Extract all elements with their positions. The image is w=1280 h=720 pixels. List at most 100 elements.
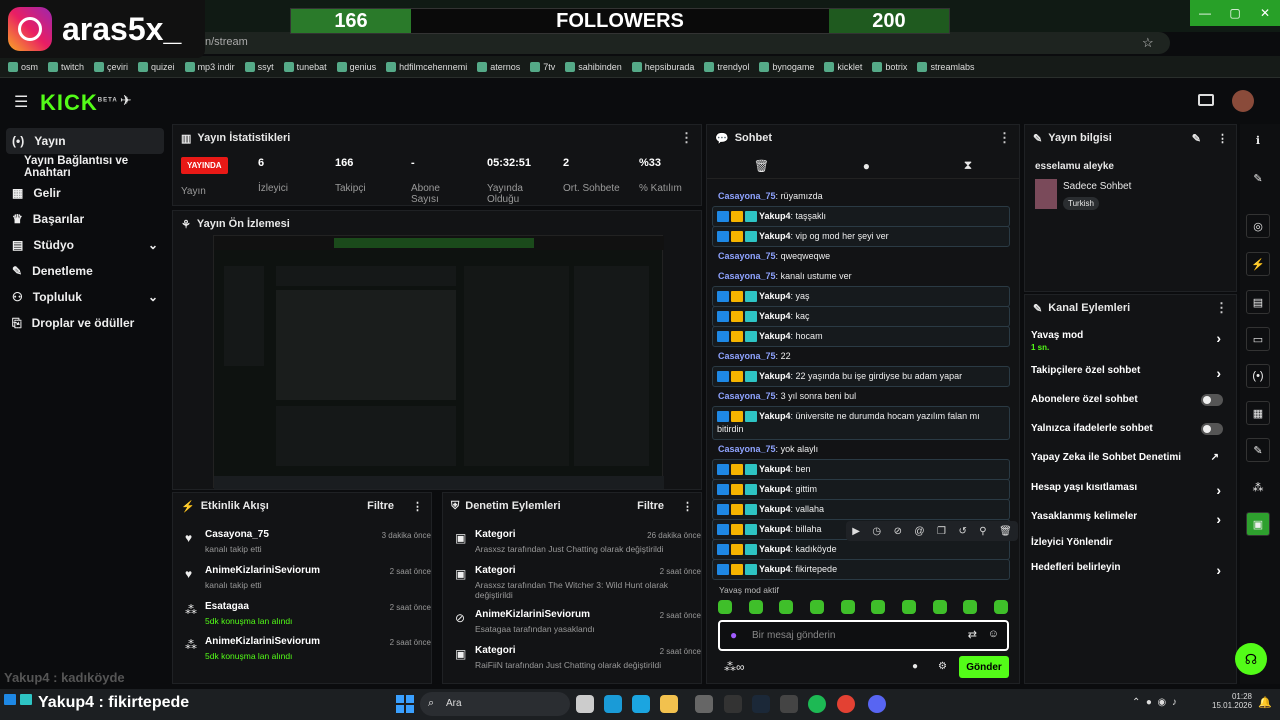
lightning-icon[interactable]: ⚡ (1246, 252, 1270, 276)
chat-username[interactable]: Yakup4 (759, 371, 791, 381)
emote-icon[interactable] (993, 600, 1008, 614)
bookmark-item[interactable]: tunebat (283, 61, 327, 72)
item-name[interactable]: Esatagaa (205, 601, 249, 612)
chat-message[interactable]: Yakup4: üniversite ne durumda hocam yazı… (712, 406, 1010, 440)
chat-message[interactable]: Casayona_75: yok alaylı (718, 443, 1016, 456)
chat-message[interactable]: Casayona_75: 22 (718, 350, 1016, 363)
chat-username[interactable]: Yakup4 (759, 464, 791, 474)
channel-action-item[interactable]: Hesap yaşı kısıtlaması › (1031, 482, 1227, 498)
emote-icon[interactable] (840, 600, 855, 614)
chat-username[interactable]: Yakup4 (759, 524, 791, 534)
chat-username[interactable]: Yakup4 (759, 311, 791, 321)
info-icon[interactable]: ℹ (1246, 128, 1270, 152)
bookmark-item[interactable]: twitch (48, 61, 84, 72)
bookmark-item[interactable]: 7tv (530, 61, 555, 72)
channel-action-item[interactable]: Yapay Zeka ile Sohbet Denetimi ↗ (1031, 452, 1227, 463)
chat-message[interactable]: Yakup4: vallaha (712, 499, 1010, 520)
more-icon[interactable]: ⋮ (680, 130, 693, 146)
support-icon[interactable]: ☊ (1235, 643, 1267, 675)
tool-icon[interactable]: ✎ (1246, 438, 1270, 462)
taskbar-search[interactable]: ⌕ Ara (420, 692, 570, 716)
emote-icon[interactable] (963, 600, 978, 614)
chat-message[interactable]: Casayona_75: 3 yıl sonra beni bul (718, 390, 1016, 403)
emote-icon[interactable] (748, 600, 763, 614)
bookmark-item[interactable]: hepsiburada (631, 61, 694, 72)
bookmark-item[interactable]: osm (8, 61, 38, 72)
send-button[interactable]: Gönder (959, 656, 1009, 678)
more-icon[interactable]: ⋮ (998, 130, 1011, 146)
star-icon[interactable]: ☆ (1142, 35, 1154, 51)
emote-icon[interactable] (901, 600, 916, 614)
at-icon[interactable]: @ (914, 526, 924, 537)
kicklet-icon[interactable]: ⁂ (1246, 475, 1270, 499)
chrome-icon[interactable] (837, 695, 855, 713)
chat-username[interactable]: Yakup4 (759, 211, 791, 221)
chat-message[interactable]: Yakup4: ben (712, 459, 1010, 480)
more-icon[interactable]: ⋮ (1217, 132, 1228, 145)
filter-button[interactable]: Filtre (367, 500, 394, 512)
bookmark-item[interactable]: bynogame (759, 61, 814, 72)
sidebar-item-denetleme[interactable]: ✎ Denetleme (0, 258, 170, 284)
sidebar-item-studyo[interactable]: ▤ Stüdyo ⌄ (0, 232, 170, 258)
chat-username[interactable]: Yakup4 (759, 331, 791, 341)
sidebar-item-yayin[interactable]: (•) Yayın (6, 128, 164, 154)
delete-icon[interactable]: 🗑 (999, 526, 1012, 537)
chat-username[interactable]: Yakup4 (759, 411, 791, 421)
steam-icon[interactable] (752, 695, 770, 713)
notification-icon[interactable]: 🔔 (1258, 696, 1272, 709)
more-icon[interactable]: ⋮ (412, 500, 423, 513)
channel-action-item[interactable]: Yavaş mod 1 sn. › (1031, 330, 1227, 352)
stack-icon[interactable]: ▦ (1246, 401, 1270, 425)
toggle-switch[interactable] (1201, 394, 1223, 406)
bookmark-item[interactable]: botrix (872, 61, 907, 72)
explorer-icon[interactable] (660, 695, 678, 713)
menu-icon[interactable]: ☰ (14, 92, 28, 112)
chat-username[interactable]: Yakup4 (759, 504, 791, 514)
message-icon[interactable]: ● (863, 159, 870, 173)
infinity-icon[interactable]: ⁂∞ (724, 660, 745, 674)
pin-message-icon[interactable]: ⚲ (979, 526, 986, 537)
target-icon[interactable]: ◎ (1246, 214, 1270, 238)
settings-icon[interactable]: ⚙ (938, 661, 947, 672)
emote-icon[interactable] (871, 600, 886, 614)
translate-icon[interactable]: ⇄ (968, 628, 977, 641)
widgets-icon[interactable] (604, 695, 622, 713)
bookmark-item[interactable]: genius (336, 61, 376, 72)
stream-preview-video[interactable] (213, 235, 664, 489)
chat-message[interactable]: Yakup4: kaç (712, 306, 1010, 327)
bookmark-item[interactable]: trendyol (704, 61, 749, 72)
clock[interactable]: 01:28 15.01.2026 (1212, 692, 1252, 710)
bookmark-item[interactable]: streamlabs (917, 61, 974, 72)
bookmark-item[interactable]: aternos (477, 61, 520, 72)
item-name[interactable]: Casayona_75 (205, 529, 269, 540)
chat-message[interactable]: Yakup4: yaş (712, 286, 1010, 307)
close-button[interactable]: ✕ (1250, 0, 1280, 26)
mic-icon[interactable]: ● (730, 628, 737, 642)
broadcast-icon[interactable]: (•) (1246, 364, 1270, 388)
bookmark-item[interactable]: çeviri (94, 61, 128, 72)
obs-icon[interactable] (780, 695, 798, 713)
chat-message[interactable]: Yakup4: gittim (712, 479, 1010, 500)
category-name[interactable]: Sadece Sohbet (1063, 181, 1131, 192)
windows-start-icon[interactable] (396, 695, 414, 713)
tray-icons[interactable]: ⌃ ● ◉ ♪ (1132, 697, 1177, 708)
chat-input[interactable]: ● Bir mesaj gönderin ⇄ ☺ (718, 620, 1009, 651)
chat-username[interactable]: Casayona_75 (718, 391, 776, 401)
item-name[interactable]: AnimeKizlariniSeviorum (475, 609, 590, 620)
sidebar-item-droplar[interactable]: ⎘ Droplar ve ödüller (0, 310, 170, 336)
taskview-icon[interactable] (576, 695, 594, 713)
item-name[interactable]: AnimeKizlariniSeviorum (205, 565, 320, 576)
chat-username[interactable]: Yakup4 (759, 544, 791, 554)
chat-message[interactable]: Yakup4: fikirtepede (712, 559, 1010, 580)
bookmark-item[interactable]: hdfilmcehennemi (386, 61, 467, 72)
chat-bubble-icon[interactable]: ● (912, 661, 918, 672)
sidebar-item-topluluk[interactable]: ⚇ Topluluk ⌄ (0, 284, 170, 310)
bookmark-item[interactable]: kicklet (824, 61, 862, 72)
bookmark-item[interactable]: quizei (138, 61, 175, 72)
chat-message[interactable]: Yakup4: 22 yaşında bu işe girdiyse bu ad… (712, 366, 1010, 387)
channel-action-item[interactable]: Abonelere özel sohbet (1031, 394, 1227, 406)
toggle-switch[interactable] (1201, 423, 1223, 435)
trash-icon[interactable]: 🗑 (754, 159, 769, 173)
bookmark-item[interactable]: ssyt (244, 61, 274, 72)
sidebar-item-basarilar[interactable]: ♛ Başarılar (0, 206, 170, 232)
